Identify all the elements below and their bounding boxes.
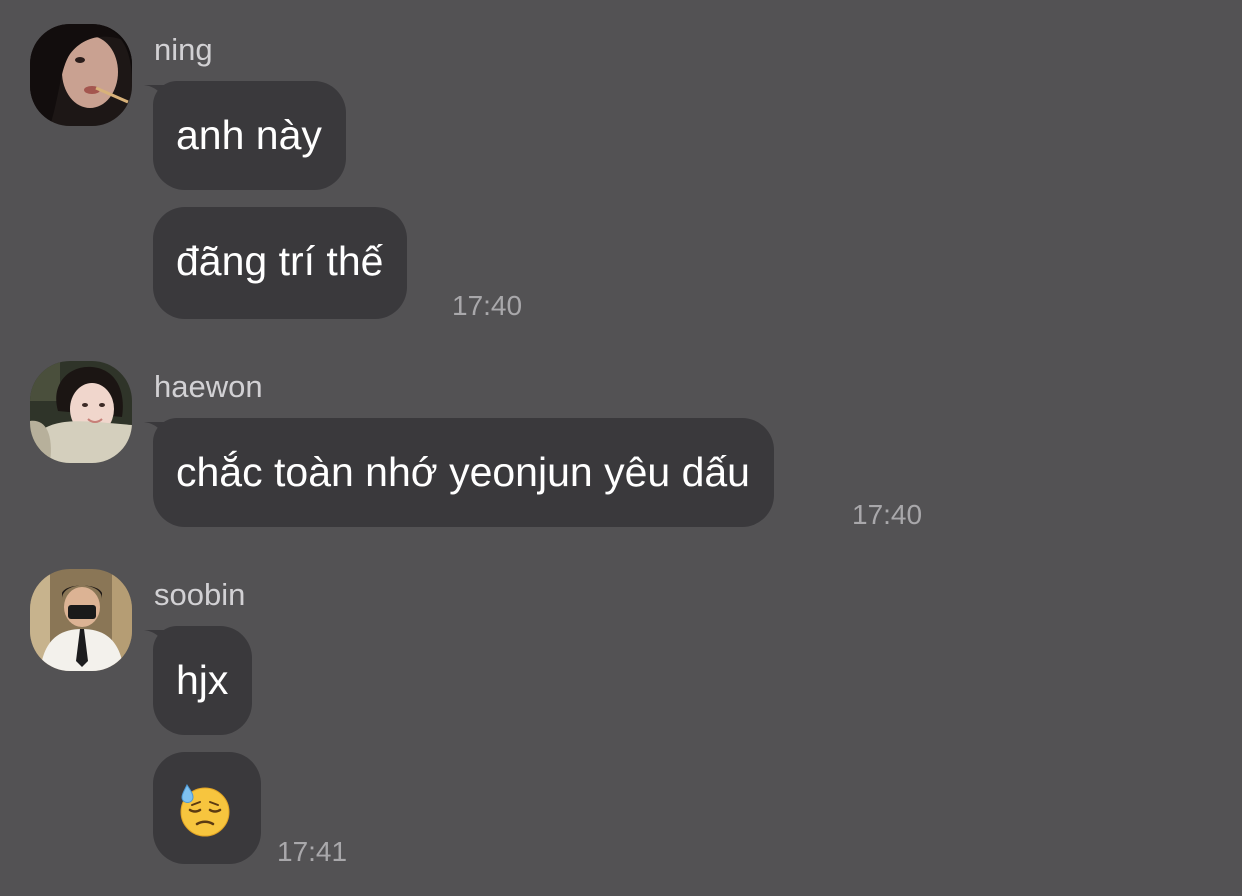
downcast-face-with-sweat-icon [180,784,230,837]
message-bubble[interactable]: hjx [153,626,253,735]
message-bubble[interactable]: đãng trí thế [153,207,408,319]
sender-name: ning [154,32,213,67]
message-timestamp: 17:41 [277,836,348,867]
sender-name: soobin [154,577,246,612]
message-bubble[interactable]: chắc toàn nhớ yeonjun yêu dấu [153,418,774,527]
sender-name: haewon [154,369,263,404]
message-text: anh này [176,112,322,158]
message-bubble[interactable]: anh này [153,81,346,190]
message-timestamp: 17:40 [452,290,523,321]
avatar-photo-icon [30,361,132,463]
avatar-ning[interactable] [30,24,132,126]
message-text: chắc toàn nhớ yeonjun yêu dấu [176,449,750,495]
avatar-photo-icon [30,569,132,671]
avatar-photo-icon [30,24,132,126]
message-timestamp: 17:40 [852,499,923,530]
avatar-haewon[interactable] [30,361,132,463]
chat-thread[interactable]: ning anh này đãng trí thế 17:40 haewon c… [0,0,1242,896]
message-text: đãng trí thế [176,238,384,284]
avatar-soobin[interactable] [30,569,132,671]
message-text: hjx [176,657,229,703]
message-bubble-emoji[interactable] [153,752,261,864]
